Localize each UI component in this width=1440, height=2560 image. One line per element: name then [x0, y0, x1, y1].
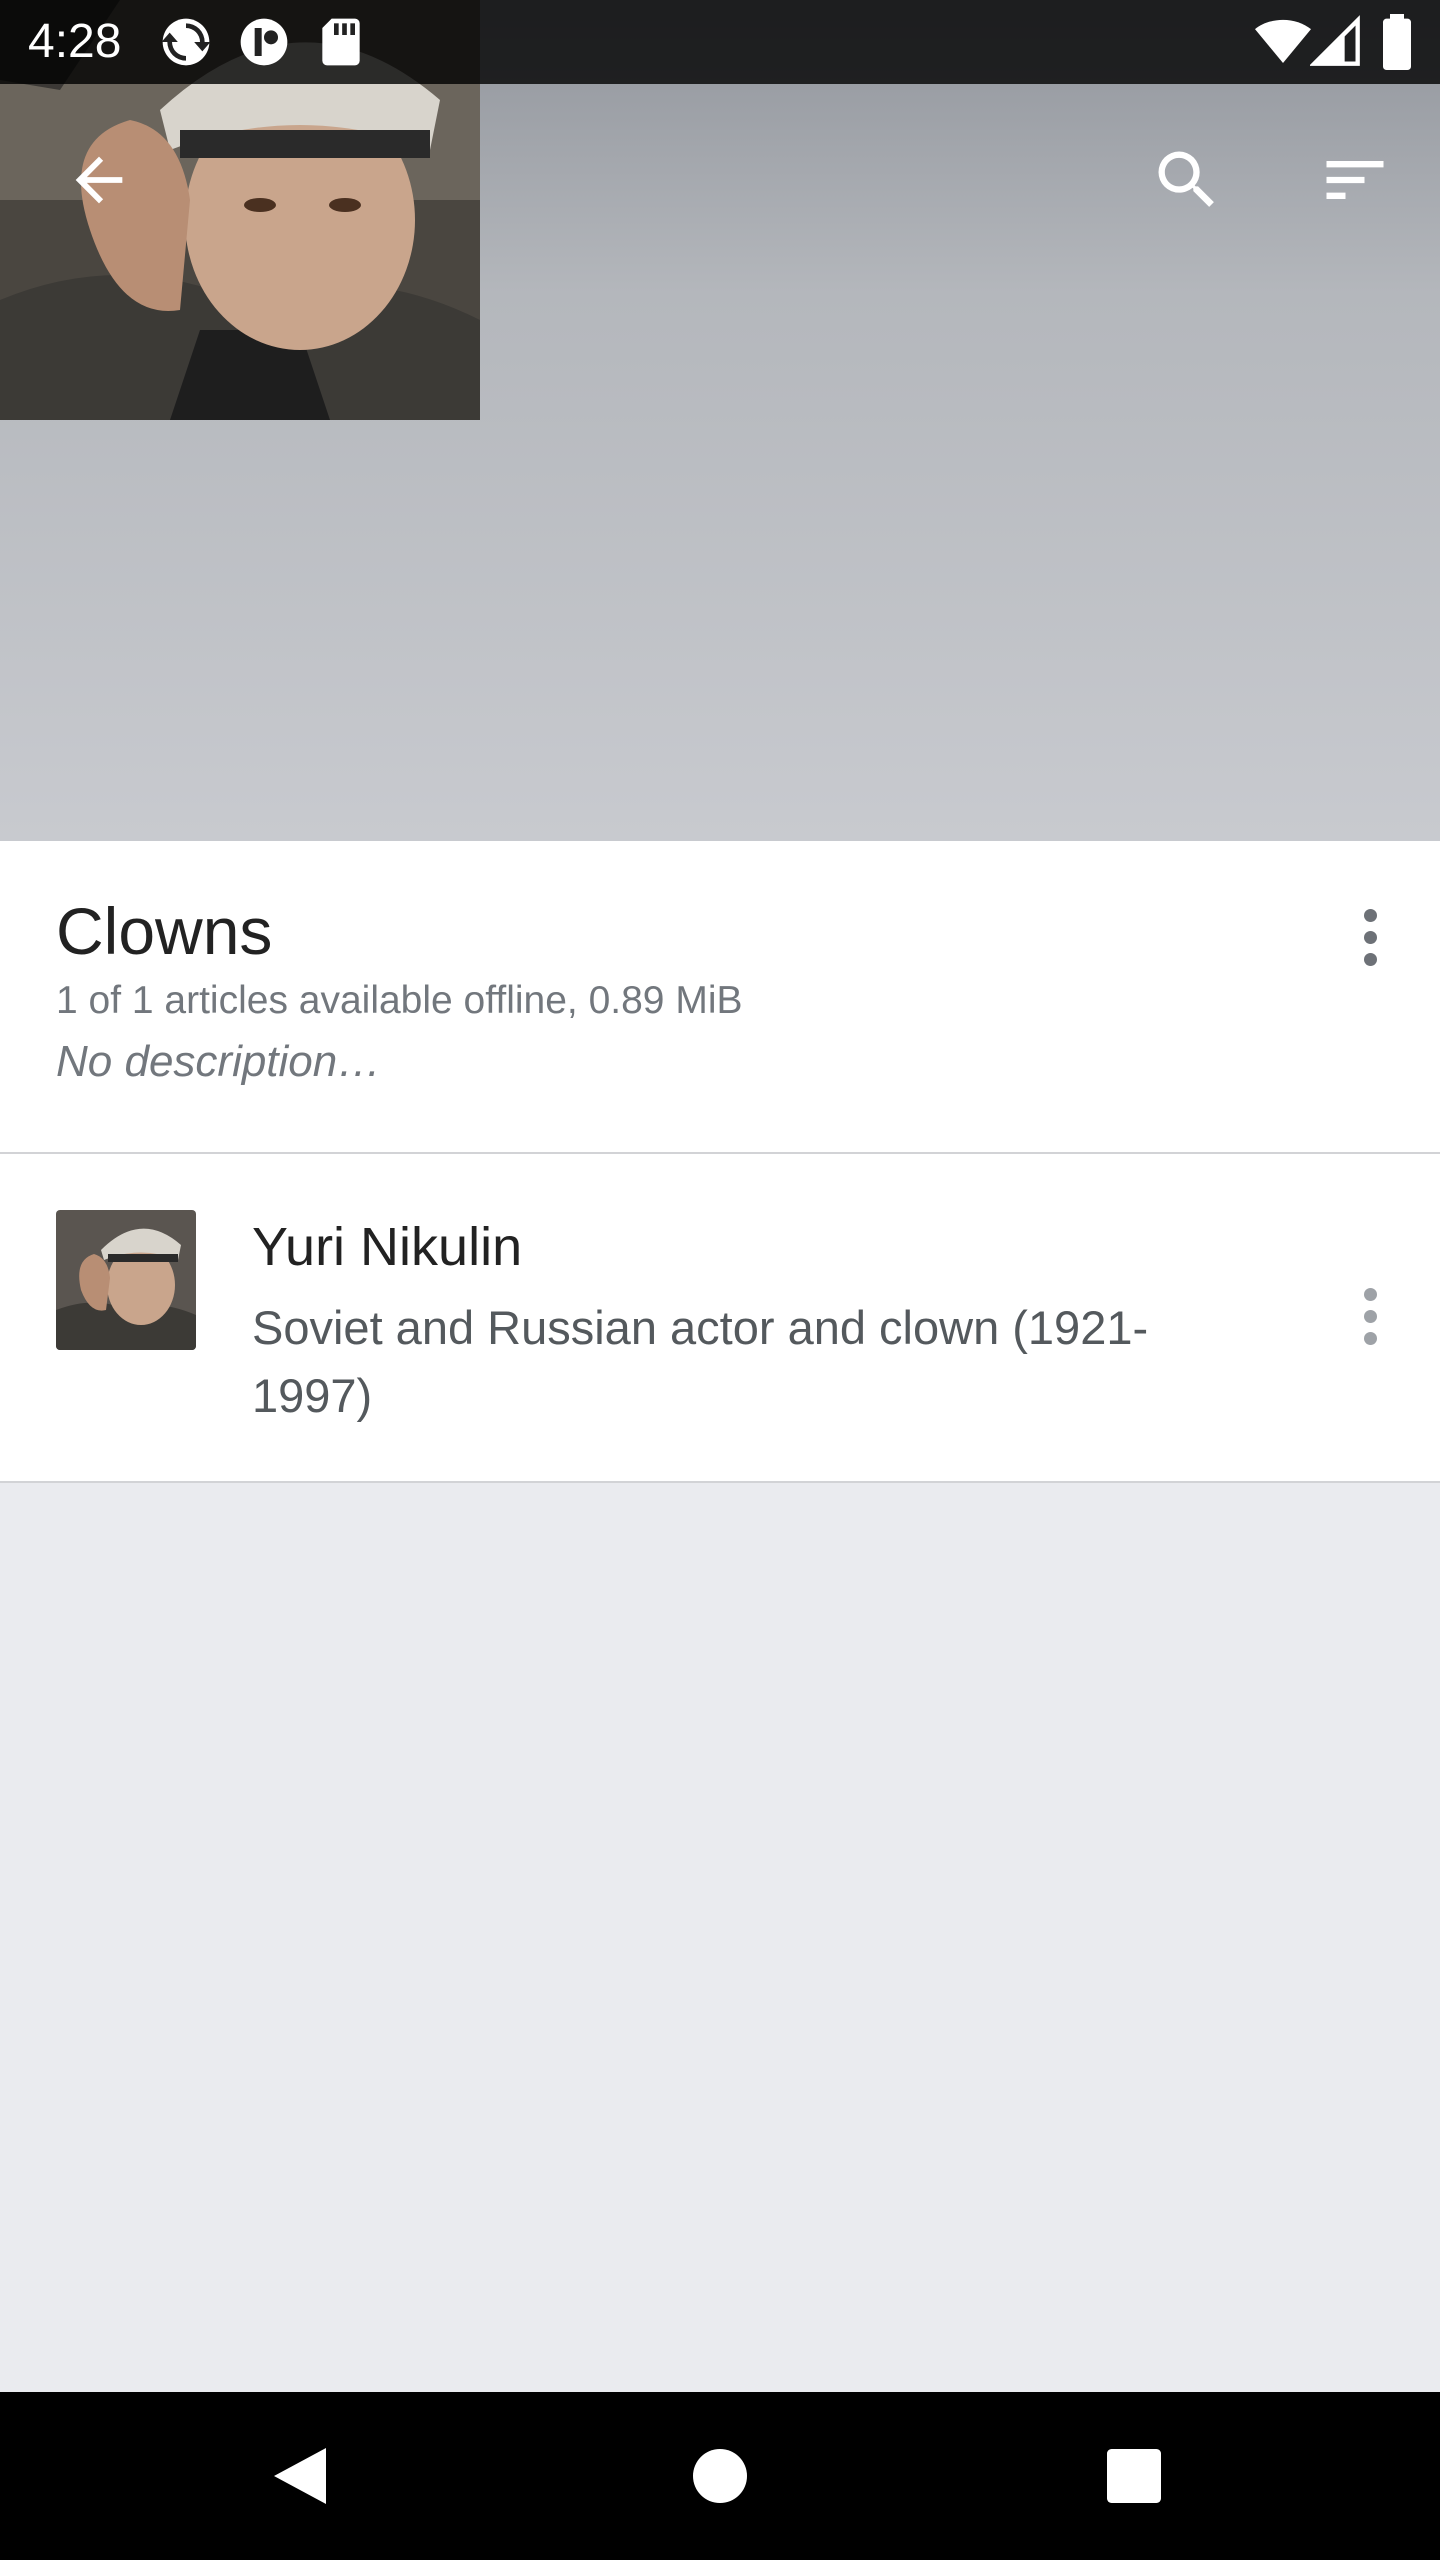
home-circle-icon [693, 2449, 747, 2503]
battery-icon [1380, 14, 1414, 75]
nav-back-button[interactable] [240, 2426, 360, 2526]
back-triangle-icon [274, 2448, 326, 2504]
article-description: Soviet and Russian actor and clown (1921… [252, 1301, 1149, 1422]
article-title: Yuri Nikulin [252, 1217, 523, 1277]
cell-signal-icon [1309, 14, 1362, 75]
sort-button[interactable] [1300, 130, 1410, 230]
status-time: 4:28 [28, 15, 122, 68]
article-overflow-button[interactable] [1340, 1266, 1400, 1366]
recents-square-icon [1107, 2449, 1161, 2503]
reading-list-stats: 1 of 1 articles available offline, 0.89 … [56, 979, 743, 1022]
search-icon [1158, 151, 1214, 207]
reading-list-description[interactable]: No description… [56, 1037, 381, 1087]
list-header-image-area [0, 0, 1440, 841]
sd-card-icon [316, 14, 366, 75]
sync-icon [158, 14, 214, 75]
reading-list-info-card: Clowns 1 of 1 articles available offline… [0, 841, 1440, 1154]
nav-recents-button[interactable] [1074, 2426, 1194, 2526]
wifi-icon [1254, 14, 1312, 75]
system-navigation-bar [0, 2392, 1440, 2560]
more-vert-icon [1363, 1287, 1377, 1301]
sort-icon [1326, 161, 1384, 199]
more-vert-icon [1363, 908, 1377, 922]
search-button[interactable] [1132, 130, 1242, 230]
back-button[interactable] [44, 130, 154, 230]
list-overflow-button[interactable] [1340, 887, 1400, 987]
arrow-back-icon [75, 156, 123, 204]
list-item[interactable]: Yuri Nikulin Soviet and Russian actor an… [0, 1154, 1440, 1483]
app-notification-icon [236, 14, 292, 75]
status-bar: 4:28 [0, 0, 1440, 84]
reading-list-title: Clowns [56, 894, 273, 968]
article-thumbnail [56, 1210, 196, 1350]
nav-home-button[interactable] [660, 2426, 780, 2526]
